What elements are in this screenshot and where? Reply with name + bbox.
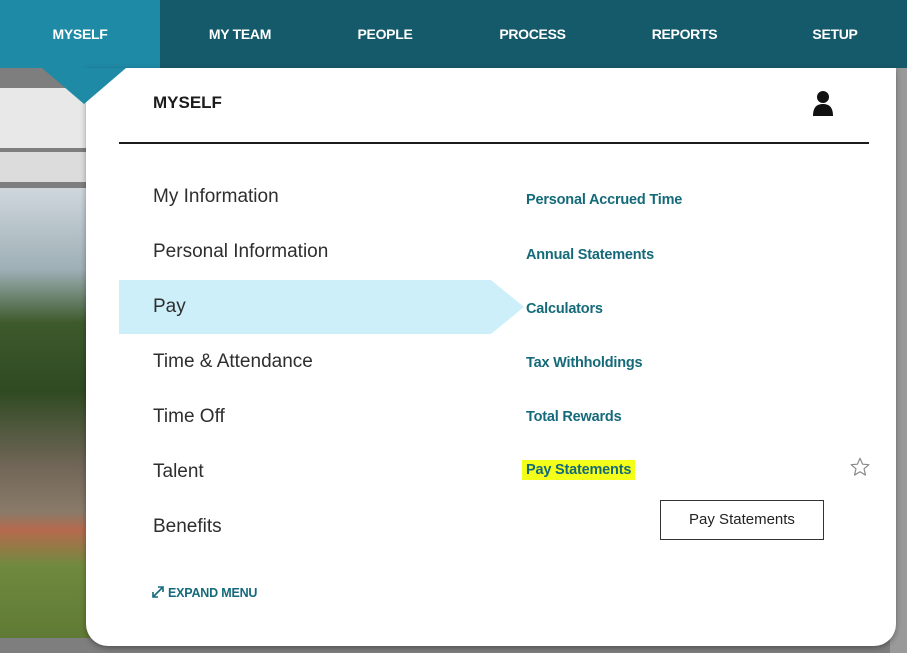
menu-item-benefits[interactable]: Benefits	[119, 500, 491, 554]
menu-item-label: My Information	[153, 186, 279, 207]
menu-item-my-information[interactable]: My Information	[119, 170, 491, 224]
menu-item-time-off[interactable]: Time Off	[119, 390, 491, 444]
expand-menu-label: EXPAND MENU	[168, 586, 258, 600]
link-calculators[interactable]: Calculators	[526, 301, 603, 317]
nav-tab-setup[interactable]: SETUP	[780, 0, 890, 68]
panel-divider	[119, 142, 869, 144]
nav-tab-my-team[interactable]: MY TEAM	[175, 0, 305, 68]
active-tab-pointer	[42, 68, 126, 104]
menu-item-time-attendance[interactable]: Time & Attendance	[119, 335, 491, 389]
top-navigation-bar: MYSELF MY TEAM PEOPLE PROCESS REPORTS SE…	[0, 0, 907, 68]
link-annual-statements[interactable]: Annual Statements	[526, 247, 654, 263]
menu-item-label: Pay	[153, 296, 186, 317]
link-pay-statements[interactable]: Pay Statements	[522, 460, 636, 480]
menu-item-label: Time Off	[153, 406, 225, 427]
expand-arrows-icon	[152, 586, 164, 598]
star-outline-icon[interactable]	[849, 456, 871, 478]
nav-tab-process[interactable]: PROCESS	[470, 0, 595, 68]
nav-tab-reports[interactable]: REPORTS	[622, 0, 747, 68]
link-total-rewards[interactable]: Total Rewards	[526, 409, 622, 425]
nav-tab-people[interactable]: PEOPLE	[330, 0, 440, 68]
link-tax-withholdings[interactable]: Tax Withholdings	[526, 355, 643, 371]
menu-item-label: Talent	[153, 461, 204, 482]
menu-item-label: Benefits	[153, 516, 222, 537]
menu-item-pay[interactable]: Pay	[119, 280, 524, 334]
myself-dropdown-panel: MYSELF My Information Personal Informati…	[86, 68, 896, 646]
nav-tab-myself[interactable]: MYSELF	[0, 0, 160, 68]
panel-title: MYSELF	[153, 93, 222, 112]
link-personal-accrued-time[interactable]: Personal Accrued Time	[526, 192, 682, 208]
menu-item-label: Personal Information	[153, 241, 329, 262]
expand-menu-button[interactable]: EXPAND MENU	[152, 586, 257, 600]
tooltip: Pay Statements	[660, 500, 824, 540]
user-icon[interactable]	[812, 90, 834, 116]
menu-item-personal-information[interactable]: Personal Information	[119, 225, 491, 279]
menu-item-label: Time & Attendance	[153, 351, 313, 372]
menu-item-talent[interactable]: Talent	[119, 445, 491, 499]
